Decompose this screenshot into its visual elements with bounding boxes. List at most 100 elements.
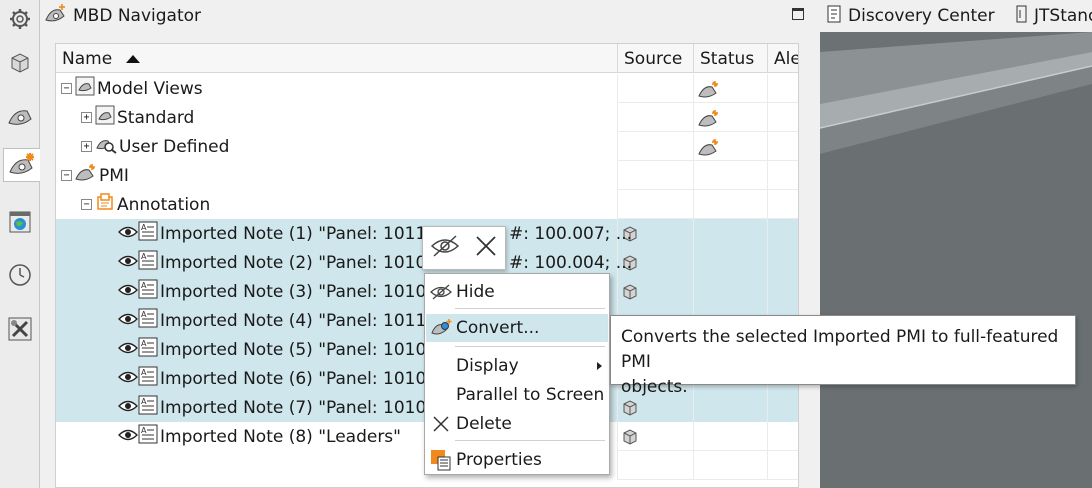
- alert-cell: [768, 451, 798, 480]
- model-views-icon[interactable]: [3, 100, 37, 134]
- column-header-alert[interactable]: Ale: [768, 44, 798, 73]
- column-label: Source: [624, 48, 683, 69]
- delete-x-icon[interactable]: [474, 234, 498, 263]
- name-cell: [56, 161, 618, 190]
- menu-item-convert[interactable]: Convert...: [426, 314, 608, 342]
- menu-label: Display: [456, 356, 519, 376]
- menu-item-display[interactable]: Display: [426, 352, 608, 380]
- status-pmi-icon: [698, 138, 720, 163]
- tree-label-tail: #: 100.007; ...: [509, 223, 633, 244]
- eye-visibility-icon[interactable]: [118, 398, 138, 418]
- svg-text:A: A: [141, 368, 147, 377]
- tab-discovery-center[interactable]: Discovery Center: [826, 0, 995, 32]
- source-cell: [618, 74, 694, 103]
- source-part-icon: [622, 428, 638, 451]
- tooltip-line-1: Converts the selected Imported PMI to fu…: [621, 327, 1059, 372]
- column-header-status[interactable]: Status: [694, 44, 768, 73]
- row-content: A Imported Note (5) "Panel: 101082: [118, 335, 448, 364]
- svg-text:A: A: [141, 426, 147, 435]
- history-clock-icon[interactable]: [3, 258, 37, 292]
- source-cell: [618, 190, 694, 219]
- tab-jt-standard[interactable]: JTStanc: [1014, 0, 1092, 32]
- column-header-name[interactable]: Name: [56, 44, 618, 73]
- row-content: + User Defined: [81, 132, 229, 161]
- tree-row-standard[interactable]: + Standard: [56, 103, 798, 132]
- submenu-arrow-icon: [597, 362, 602, 370]
- tree-label: Standard: [117, 107, 195, 128]
- eye-visibility-icon[interactable]: [118, 224, 138, 244]
- context-menu: Hide Convert... Display Parallel to Scre…: [424, 273, 610, 475]
- column-label: Status: [700, 48, 755, 69]
- row-content: − PMI: [61, 161, 129, 190]
- graphics-area: Discovery Center JTStanc: [820, 0, 1092, 488]
- mbd-navigator-title-icon: [45, 3, 67, 29]
- mbd-navigator-icon[interactable]: [3, 148, 40, 182]
- graphics-tabs: Discovery Center JTStanc: [820, 0, 1092, 32]
- eye-visibility-icon[interactable]: [118, 427, 138, 447]
- note-icon: A: [138, 250, 158, 275]
- row-content: A Imported Note (7) "Panel: 101022: [118, 393, 448, 422]
- hide-eye-icon: [430, 282, 452, 302]
- tree-label: Annotation: [117, 194, 211, 215]
- status-cell: [694, 132, 768, 161]
- status-cell: [694, 103, 768, 132]
- note-icon: A: [138, 366, 158, 391]
- column-header-source[interactable]: Source: [618, 44, 694, 73]
- note-icon: A: [138, 395, 158, 420]
- eye-visibility-icon[interactable]: [118, 282, 138, 302]
- note-icon: A: [138, 337, 158, 362]
- maximize-button[interactable]: [792, 8, 804, 20]
- expand-toggle[interactable]: +: [81, 141, 92, 152]
- column-label: Name: [62, 48, 113, 69]
- eye-visibility-icon[interactable]: [118, 253, 138, 273]
- row-content: A Imported Note (6) "Panel: 101053: [118, 364, 448, 393]
- collapse-toggle[interactable]: −: [61, 170, 72, 181]
- status-pmi-icon: [698, 109, 720, 134]
- discovery-center-icon: [826, 4, 844, 29]
- eye-visibility-icon[interactable]: [118, 311, 138, 331]
- eye-visibility-icon[interactable]: [118, 340, 138, 360]
- note-icon: A: [138, 279, 158, 304]
- eye-visibility-icon[interactable]: [118, 369, 138, 389]
- tree-row-user-defined[interactable]: + User Defined: [56, 132, 798, 161]
- menu-label: Delete: [456, 414, 512, 434]
- resource-bar: [0, 0, 40, 488]
- menu-item-properties[interactable]: Properties: [426, 446, 608, 474]
- menu-item-hide[interactable]: Hide: [426, 278, 608, 306]
- note-icon: A: [138, 308, 158, 333]
- hide-eye-icon[interactable]: [430, 234, 460, 263]
- tree-row-model-views[interactable]: − Model Views: [56, 74, 798, 103]
- tree-label: Imported Note (7) "Panel: 101022: [160, 397, 448, 418]
- tree-row-annotation[interactable]: − Annotation: [56, 190, 798, 219]
- collapse-toggle[interactable]: −: [81, 199, 92, 210]
- graphics-viewport[interactable]: [820, 32, 1092, 488]
- source-part-icon: [622, 283, 638, 306]
- annotation-folder-icon: [95, 192, 115, 217]
- convert-pmi-icon: [430, 318, 452, 338]
- tree-label: Imported Note (3) "Panel: 101012: [160, 281, 448, 302]
- menu-item-parallel-to-screen[interactable]: Parallel to Screen: [426, 381, 608, 409]
- row-content: A Imported Note (2) "Panel: 101062: [118, 248, 448, 277]
- collapse-toggle[interactable]: −: [61, 83, 72, 94]
- menu-label: Hide: [456, 282, 495, 302]
- expand-toggle[interactable]: +: [81, 112, 92, 123]
- gear-icon[interactable]: [3, 2, 37, 36]
- menu-separator: [455, 440, 605, 441]
- menu-label: Properties: [456, 450, 542, 470]
- tools-icon[interactable]: [3, 312, 37, 346]
- part-navigator-icon[interactable]: [3, 46, 37, 80]
- row-content: A Imported Note (4) "Panel: 101112: [118, 306, 448, 335]
- delete-x-icon: [430, 414, 452, 434]
- column-label: Ale: [774, 48, 798, 69]
- status-cell: [694, 219, 768, 248]
- web-browser-icon[interactable]: [3, 205, 37, 239]
- properties-icon: [430, 450, 452, 471]
- status-cell: [694, 277, 768, 306]
- tree-label: Imported Note (8) "Leaders": [160, 426, 401, 447]
- tree-row-pmi[interactable]: − PMI: [56, 161, 798, 190]
- tree-label: Model Views: [97, 78, 203, 99]
- svg-text:A: A: [141, 281, 147, 290]
- tree-label-tail: #: 100.004; ...: [509, 252, 633, 273]
- tree-label: Imported Note (6) "Panel: 101053: [160, 368, 448, 389]
- menu-item-delete[interactable]: Delete: [426, 410, 608, 438]
